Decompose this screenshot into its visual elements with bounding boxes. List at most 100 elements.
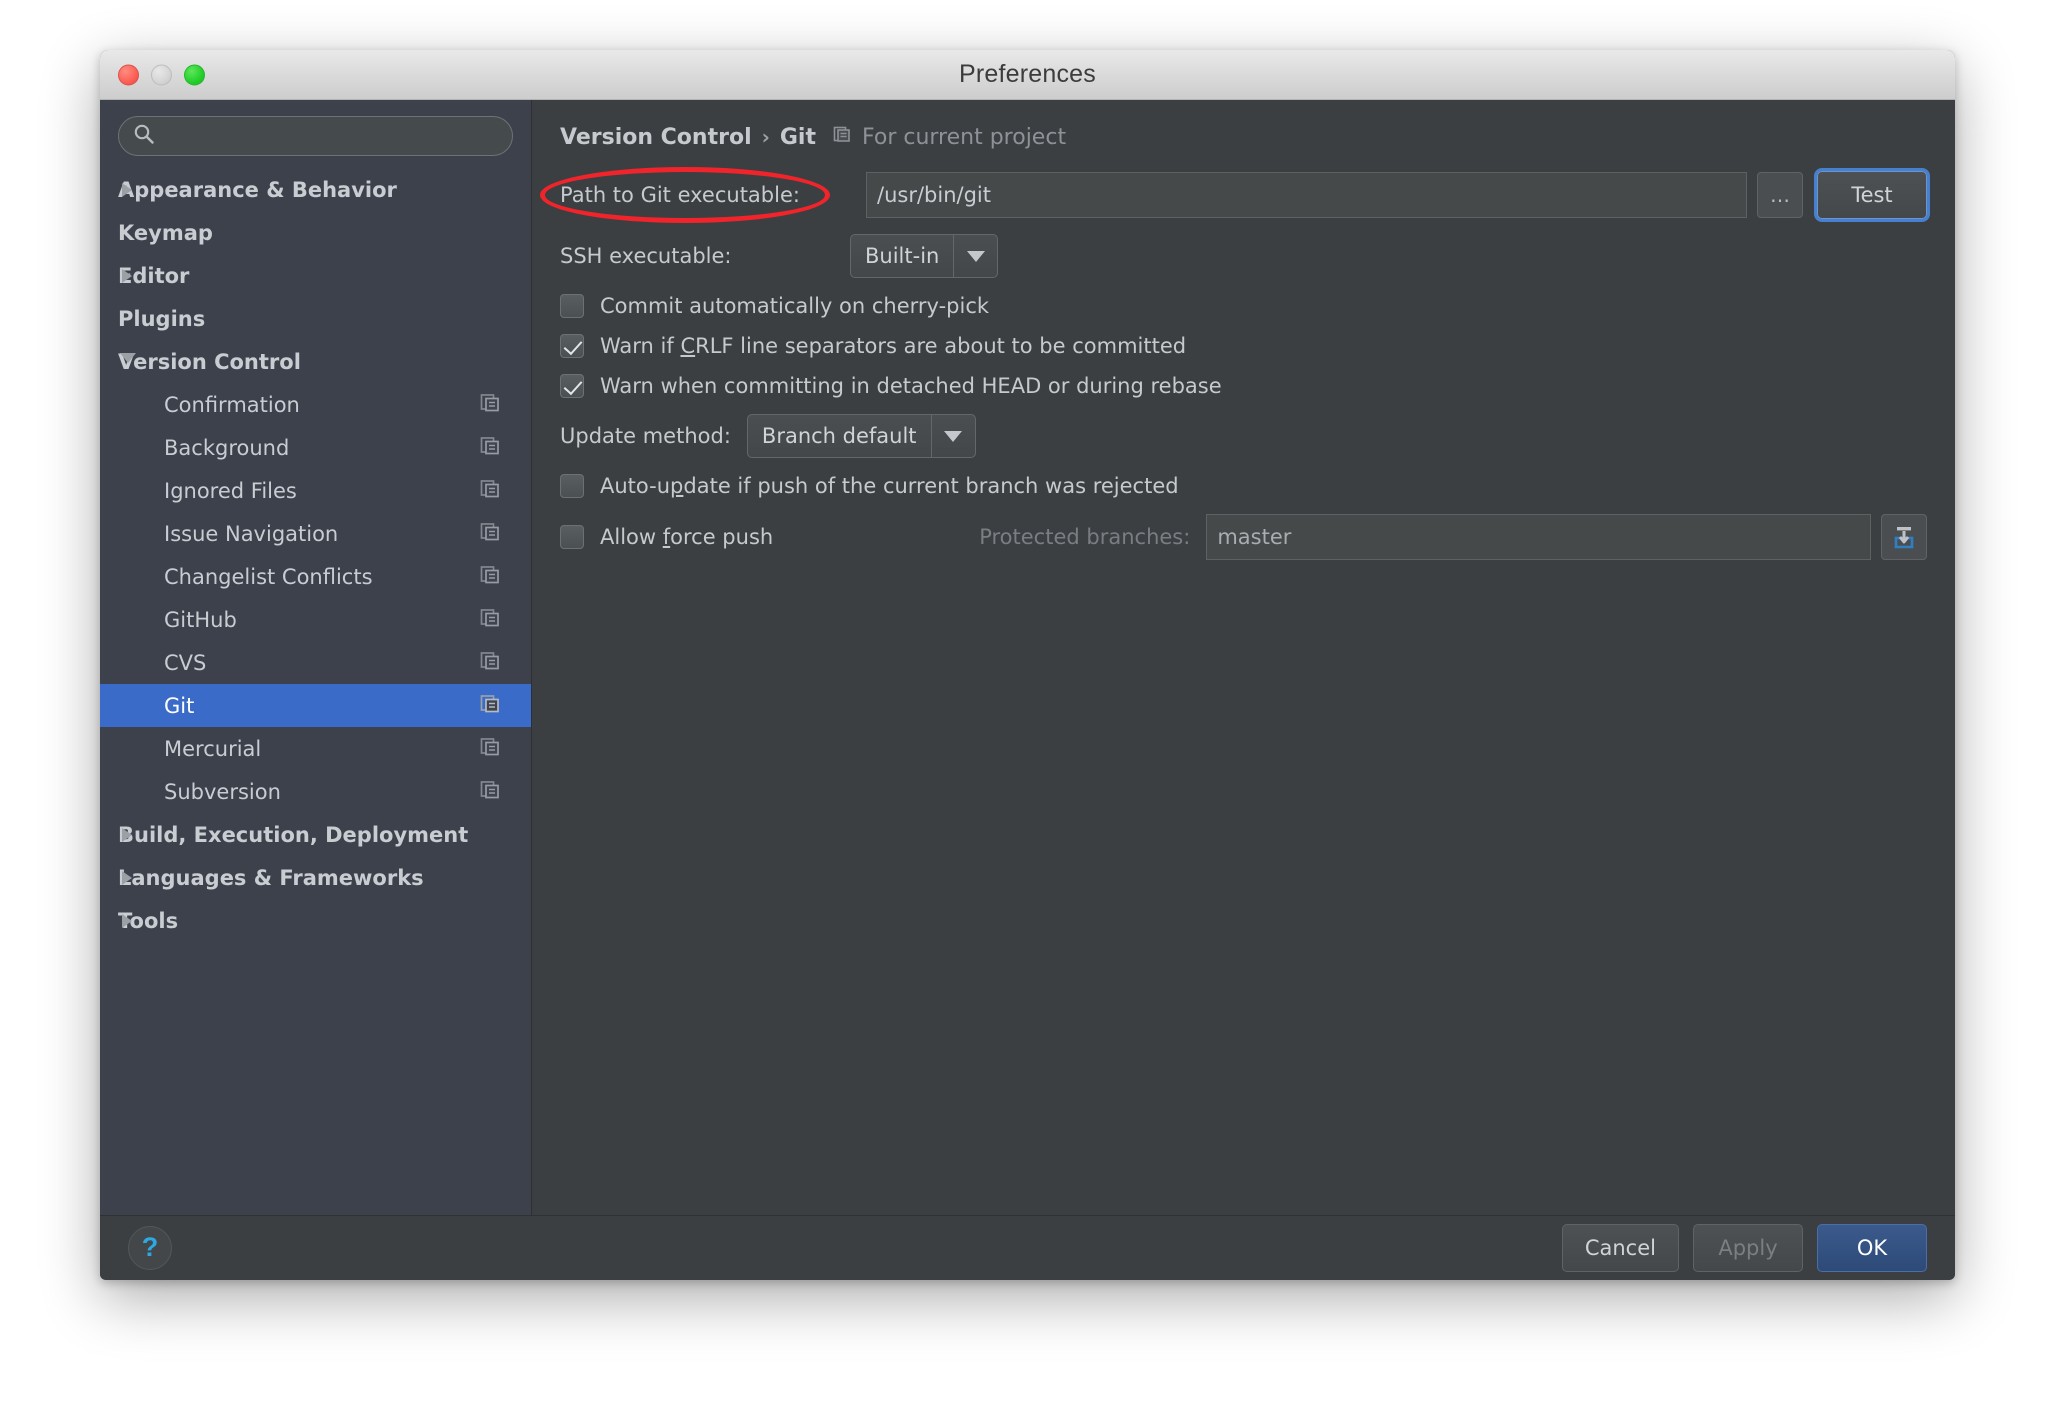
update-method-label: Update method: bbox=[560, 424, 731, 448]
git-checkbox[interactable] bbox=[560, 334, 584, 358]
ssh-executable-row: SSH executable: Built-in bbox=[560, 234, 1927, 278]
chevron-right-icon[interactable] bbox=[122, 870, 132, 885]
project-scope-icon bbox=[479, 649, 501, 676]
project-scope-icon bbox=[479, 434, 501, 461]
sidebar-item-label: Confirmation bbox=[164, 392, 300, 417]
traffic-light-group bbox=[118, 64, 205, 85]
project-scope-icon bbox=[479, 391, 501, 418]
git-checkbox-row[interactable]: Warn if CRLF line separators are about t… bbox=[560, 334, 1927, 358]
sidebar-item-build-execution-deployment[interactable]: Build, Execution, Deployment bbox=[100, 813, 531, 856]
window-titlebar: Preferences bbox=[100, 50, 1955, 100]
search-icon bbox=[133, 123, 155, 149]
sidebar-item-plugins[interactable]: Plugins bbox=[100, 297, 531, 340]
minimize-window-icon[interactable] bbox=[151, 64, 172, 85]
search-input[interactable] bbox=[163, 125, 498, 147]
git-path-input[interactable] bbox=[866, 172, 1747, 218]
project-scope-icon bbox=[832, 124, 852, 150]
browse-button[interactable]: … bbox=[1757, 172, 1803, 218]
sidebar-item-mercurial[interactable]: Mercurial bbox=[100, 727, 531, 770]
protected-branches-input[interactable] bbox=[1206, 514, 1871, 560]
auto-update-checkbox[interactable] bbox=[560, 474, 584, 498]
sidebar-item-github[interactable]: GitHub bbox=[100, 598, 531, 641]
ssh-executable-value: Built-in bbox=[865, 244, 940, 268]
dialog-action-buttons: Cancel Apply OK bbox=[1561, 1223, 1927, 1272]
allow-force-push-row: Allow force push Protected branches: bbox=[560, 514, 1927, 560]
git-checkbox-row[interactable]: Commit automatically on cherry-pick bbox=[560, 294, 1927, 318]
sidebar-item-label: Issue Navigation bbox=[164, 521, 339, 546]
git-checkbox[interactable] bbox=[560, 374, 584, 398]
auto-update-label: Auto-update if push of the current branc… bbox=[600, 474, 1179, 498]
sidebar-item-label: Build, Execution, Deployment bbox=[118, 822, 469, 847]
sidebar-item-label: Languages & Frameworks bbox=[118, 865, 424, 890]
update-method-value: Branch default bbox=[761, 424, 917, 448]
sidebar-item-cvs[interactable]: CVS bbox=[100, 641, 531, 684]
breadcrumb: Version Control › Git For current projec… bbox=[560, 100, 1927, 150]
sidebar-item-keymap[interactable]: Keymap bbox=[100, 211, 531, 254]
sidebar-item-label: Git bbox=[164, 693, 195, 718]
chevron-right-icon[interactable] bbox=[122, 182, 132, 197]
help-button[interactable]: ? bbox=[128, 1225, 172, 1270]
breadcrumb-scope-label: For current project bbox=[861, 124, 1067, 150]
protected-branches-label: Protected branches: bbox=[979, 525, 1191, 549]
search-field[interactable] bbox=[118, 116, 513, 156]
allow-force-push-checkbox[interactable] bbox=[560, 525, 584, 549]
sidebar-item-confirmation[interactable]: Confirmation bbox=[100, 383, 531, 426]
sidebar-item-background[interactable]: Background bbox=[100, 426, 531, 469]
git-checkbox-label: Commit automatically on cherry-pick bbox=[600, 294, 990, 318]
chevron-down-icon bbox=[930, 415, 975, 457]
project-scope-icon bbox=[479, 477, 501, 504]
sidebar-item-label: Keymap bbox=[118, 220, 213, 245]
sidebar-item-label: CVS bbox=[164, 650, 207, 675]
preferences-window: Preferences Appearance & Behavior Keymap E… bbox=[100, 50, 1955, 1280]
sidebar-item-subversion[interactable]: Subversion bbox=[100, 770, 531, 813]
sidebar-item-label: Version Control bbox=[118, 349, 301, 374]
zoom-window-icon[interactable] bbox=[184, 64, 205, 85]
sidebar-item-label: Mercurial bbox=[164, 736, 262, 761]
apply-button[interactable]: Apply bbox=[1693, 1223, 1803, 1272]
sidebar-item-label: Changelist Conflicts bbox=[164, 564, 373, 589]
project-scope-icon bbox=[479, 692, 501, 719]
sidebar-item-tools[interactable]: Tools bbox=[100, 899, 531, 942]
git-checkbox-row[interactable]: Warn when committing in detached HEAD or… bbox=[560, 374, 1927, 398]
git-checkbox[interactable] bbox=[560, 294, 584, 318]
sidebar-item-label: Ignored Files bbox=[164, 478, 297, 503]
import-into-box-icon[interactable] bbox=[1881, 514, 1927, 560]
git-checkbox-label: Warn when committing in detached HEAD or… bbox=[600, 374, 1222, 398]
project-scope-icon bbox=[479, 606, 501, 633]
breadcrumb-separator-icon: › bbox=[761, 125, 770, 149]
chevron-right-icon[interactable] bbox=[122, 827, 132, 842]
ssh-executable-label: SSH executable: bbox=[560, 244, 732, 268]
cancel-button[interactable]: Cancel bbox=[1561, 1223, 1679, 1272]
project-scope-icon bbox=[479, 735, 501, 762]
test-button[interactable]: Test bbox=[1817, 171, 1927, 219]
auto-update-row[interactable]: Auto-update if push of the current branc… bbox=[560, 474, 1927, 498]
chevron-down-icon bbox=[953, 235, 997, 277]
sidebar-item-appearance-behavior[interactable]: Appearance & Behavior bbox=[100, 168, 531, 211]
close-window-icon[interactable] bbox=[118, 64, 139, 85]
sidebar-item-changelist-conflicts[interactable]: Changelist Conflicts bbox=[100, 555, 531, 598]
git-checkbox-label: Warn if CRLF line separators are about t… bbox=[600, 334, 1187, 358]
update-method-row: Update method: Branch default bbox=[560, 414, 1927, 458]
git-checkbox-group-top: Commit automatically on cherry-pick Warn … bbox=[560, 294, 1927, 398]
sidebar-item-languages-frameworks[interactable]: Languages & Frameworks bbox=[100, 856, 531, 899]
project-scope-icon bbox=[479, 563, 501, 590]
git-path-row: Path to Git executable: … Test bbox=[540, 167, 1927, 223]
window-body: Appearance & Behavior Keymap Editor Plugins… bbox=[100, 100, 1955, 1215]
sidebar-item-label: Appearance & Behavior bbox=[118, 177, 397, 202]
ssh-executable-dropdown[interactable]: Built-in bbox=[850, 234, 999, 278]
sidebar-item-ignored-files[interactable]: Ignored Files bbox=[100, 469, 531, 512]
chevron-down-icon[interactable] bbox=[120, 353, 136, 370]
chevron-right-icon[interactable] bbox=[122, 268, 132, 283]
chevron-right-icon[interactable] bbox=[122, 913, 132, 928]
sidebar-item-git[interactable]: Git bbox=[100, 684, 531, 727]
ok-button[interactable]: OK bbox=[1817, 1223, 1927, 1272]
breadcrumb-current: Git bbox=[779, 124, 816, 150]
sidebar-item-label: Subversion bbox=[164, 779, 281, 804]
update-method-dropdown[interactable]: Branch default bbox=[746, 414, 976, 458]
sidebar-item-issue-navigation[interactable]: Issue Navigation bbox=[100, 512, 531, 555]
sidebar-item-label: GitHub bbox=[164, 607, 237, 632]
desktop-background: Preferences Appearance & Behavior Keymap E… bbox=[0, 0, 2048, 1405]
breadcrumb-parent[interactable]: Version Control bbox=[560, 125, 752, 150]
sidebar-item-version-control[interactable]: Version Control bbox=[100, 340, 531, 383]
sidebar-item-editor[interactable]: Editor bbox=[100, 254, 531, 297]
